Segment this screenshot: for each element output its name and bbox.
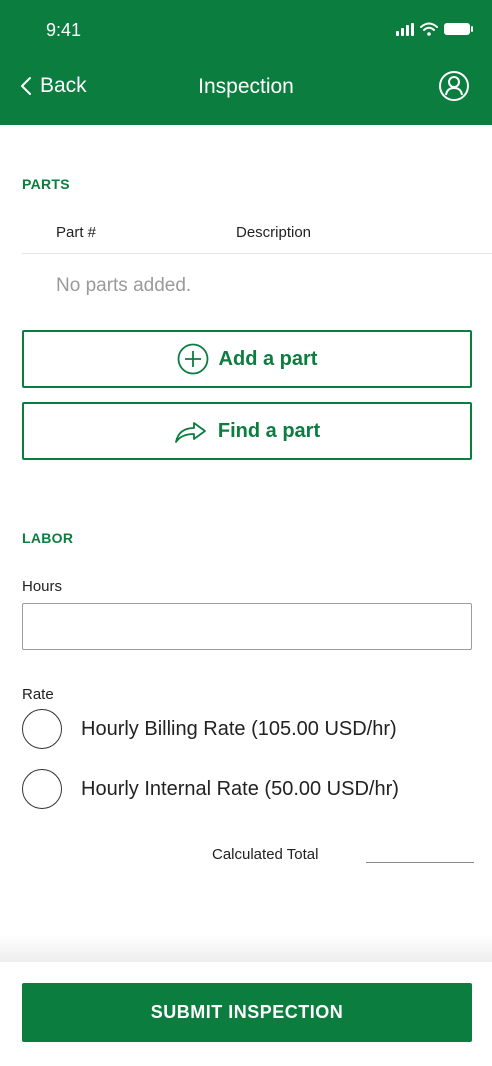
column-part-number: Part # [56,224,97,241]
rate-option-label: Hourly Billing Rate (105.00 USD/hr) [81,717,397,740]
empty-parts-message: No parts added. [56,275,192,296]
parts-table-header: Part # Description [22,222,492,254]
hours-label: Hours [22,578,63,595]
calculated-total-value [366,862,474,863]
rate-label: Rate [22,686,54,703]
page-title: Inspection [198,75,294,98]
add-part-button[interactable]: Add a part [22,330,472,388]
status-icons [396,22,473,36]
app-header: 9:41 Back Inspection [0,0,492,125]
rate-option-internal[interactable]: Hourly Internal Rate (50.00 USD/hr) [22,769,399,809]
share-arrow-icon [174,422,206,443]
battery-icon [444,23,473,35]
rate-option-label: Hourly Internal Rate (50.00 USD/hr) [81,777,399,800]
parts-section-title: PARTS [22,176,70,192]
radio-button[interactable] [22,709,62,749]
labor-section-title: LABOR [22,530,74,546]
wifi-icon [420,22,438,36]
calculated-total-label: Calculated Total [212,846,319,863]
hours-input[interactable] [22,603,472,650]
rate-option-billing[interactable]: Hourly Billing Rate (105.00 USD/hr) [22,709,397,749]
radio-button[interactable] [22,769,62,809]
find-part-label: Find a part [217,419,321,442]
submit-inspection-button[interactable]: SUBMIT INSPECTION [22,983,472,1042]
plus-circle-icon [177,343,208,375]
add-part-label: Add a part [218,347,318,370]
footer-shadow [0,935,492,965]
user-circle-icon[interactable] [438,70,470,102]
find-part-button[interactable]: Find a part [22,402,472,460]
column-description: Description [236,224,312,241]
status-time: 9:41 [46,20,82,40]
signal-icon [396,22,414,36]
